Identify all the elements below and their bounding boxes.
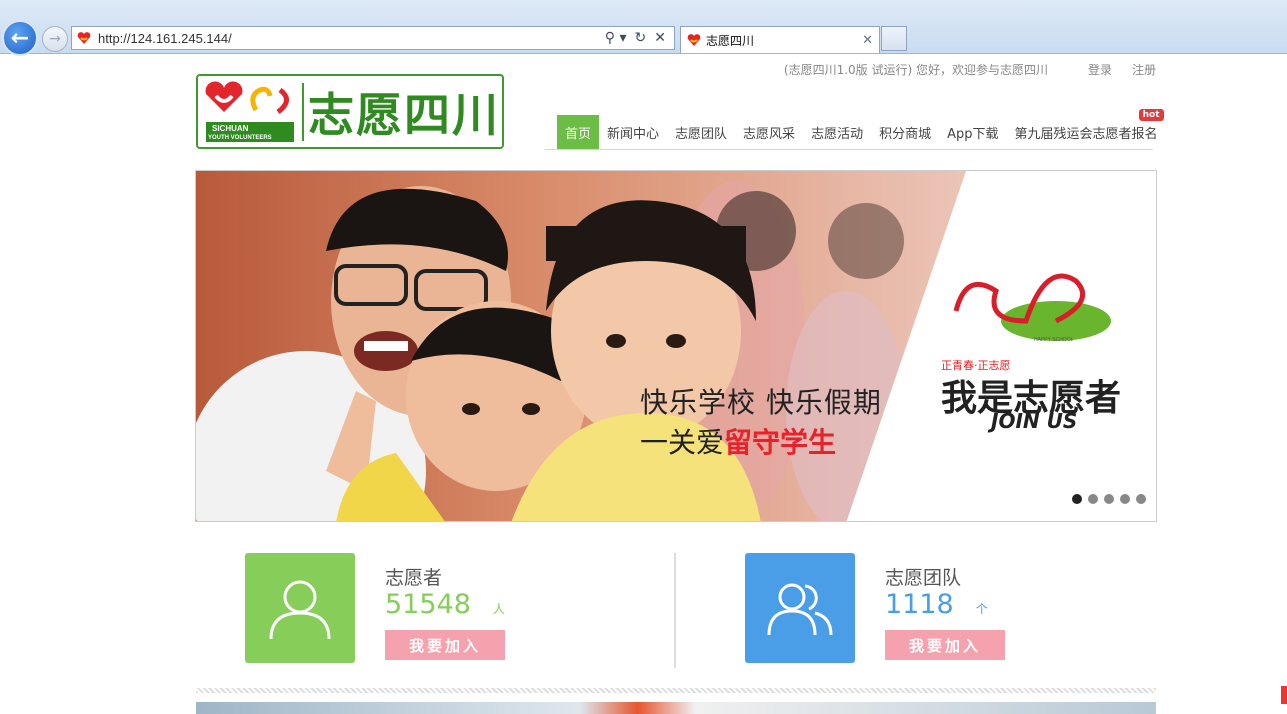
banner-subline-highlight: 留守学生 [724,426,837,459]
volunteer-unit: 人 [492,602,505,616]
site-favicon-icon [77,32,91,44]
back-button[interactable]: ← [2,20,38,56]
carousel-dot[interactable] [1136,494,1146,504]
nav-activities[interactable]: 志愿活动 [803,115,871,149]
volunteer-info: 志愿者 51548 人 我要加入 [385,553,505,663]
hot-badge: hot [1138,109,1164,121]
join-team-button[interactable]: 我要加入 [885,630,1005,660]
nav-label: App下载 [947,126,999,142]
nav-label: 新闻中心 [607,126,660,142]
nav-label: 志愿团队 [675,126,728,142]
new-tab-button[interactable] [881,26,907,51]
banner-headline: 快乐学校 快乐假期 [640,386,882,419]
next-section-banner [196,702,1156,714]
stop-icon[interactable]: ✕ [654,30,666,46]
section-divider-stripe [196,688,1156,693]
logo-en-line2: YOUTH VOLUNTEERS [208,135,272,141]
nav-label: 积分商城 [879,126,932,142]
back-arrow-icon: ← [10,25,30,51]
nav-points-mall[interactable]: 积分商城 [871,115,939,149]
volunteer-label: 志愿者 [385,567,443,589]
nav-teams[interactable]: 志愿团队 [667,115,735,149]
nav-label: 首页 [565,126,592,142]
team-unit: 个 [975,602,988,616]
browser-tab[interactable]: 志愿四川 ✕ [680,26,880,53]
user-icon [245,553,355,663]
team-label: 志愿团队 [885,567,962,589]
banner-subline-prefix: 一关爱 [640,426,725,459]
nav-showcase[interactable]: 志愿风采 [735,115,803,149]
address-bar[interactable]: http://124.161.245.144/ ⚲ ▾ ↻ ✕ [71,26,675,50]
nav-label: 志愿风采 [743,126,796,142]
carousel-dot[interactable] [1088,494,1098,504]
login-link[interactable]: 登录 [1088,61,1112,78]
carousel-dot[interactable] [1120,494,1130,504]
welcome-text: (志愿四川1.0版 试运行) 您好，欢迎参与志愿四川 [783,63,1048,77]
logo-en-line1: SICHUAN [212,124,249,133]
stats-divider [674,553,676,668]
browser-chrome: ← → http://124.161.245.144/ ⚲ ▾ ↻ ✕ 志愿四川… [0,0,1287,56]
banner-photo: HAPPY SCHOOL [196,171,1156,521]
volunteer-stat: 志愿者 51548 人 我要加入 [245,553,505,663]
tab-favicon-icon [687,34,701,46]
nav-label: 志愿活动 [811,126,864,142]
nav-news[interactable]: 新闻中心 [599,115,667,149]
nav-home[interactable]: 首页 [557,115,600,149]
team-info: 志愿团队 1118 个 我要加入 [885,553,1005,663]
volunteer-count-value: 51548 [385,589,471,620]
volunteer-count: 51548 人 [385,590,505,624]
carousel-dot[interactable] [1104,494,1114,504]
site-logo[interactable]: SICHUAN YOUTH VOLUNTEERS 志愿四川 [196,74,504,149]
url-text[interactable]: http://124.161.245.144/ [98,31,605,46]
register-link[interactable]: 注册 [1132,61,1156,78]
search-dropdown-icon[interactable]: ⚲ ▾ [605,30,627,46]
main-nav: 首页 新闻中心 志愿团队 志愿风采 志愿活动 积分商城 App下载 第九届残运会… [557,109,1166,149]
join-volunteer-button[interactable]: 我要加入 [385,630,505,660]
logo-divider [302,82,304,141]
hero-banner[interactable]: HAPPY SCHOOL 快乐学校 快乐假期 一关爱留守学生 正青春·正志愿 我… [195,170,1157,522]
forward-arrow-icon: → [49,31,61,47]
logo-text: 志愿四川 [308,87,500,142]
close-tab-icon[interactable]: ✕ [862,33,873,48]
team-stat: 志愿团队 1118 个 我要加入 [745,553,1005,663]
nav-app-download[interactable]: App下载 [939,115,1006,149]
carousel-dots [1072,494,1146,504]
side-float-tab[interactable] [1281,686,1287,704]
banner-happy-school-caption: HAPPY SCHOOL [1034,337,1074,343]
forward-button[interactable]: → [42,26,68,52]
group-icon [745,553,855,663]
nav-underline [545,149,1153,150]
banner-join-us: JOIN US [991,409,1078,433]
refresh-icon[interactable]: ↻ [635,30,647,46]
team-count: 1118 个 [885,590,1005,624]
logo-hearts-icon: SICHUAN YOUTH VOLUNTEERS [198,76,298,147]
tab-title: 志愿四川 [706,33,755,48]
nav-paralympics-signup[interactable]: 第九届残运会志愿者报名 hot [1007,109,1166,149]
top-bar: (志愿四川1.0版 试运行) 您好，欢迎参与志愿四川 登录 注册 [784,61,1156,78]
carousel-dot[interactable] [1072,494,1082,504]
team-count-value: 1118 [885,589,954,620]
nav-label: 第九届残运会志愿者报名 [1014,126,1158,142]
banner-subline: 一关爱留守学生 [640,421,836,461]
